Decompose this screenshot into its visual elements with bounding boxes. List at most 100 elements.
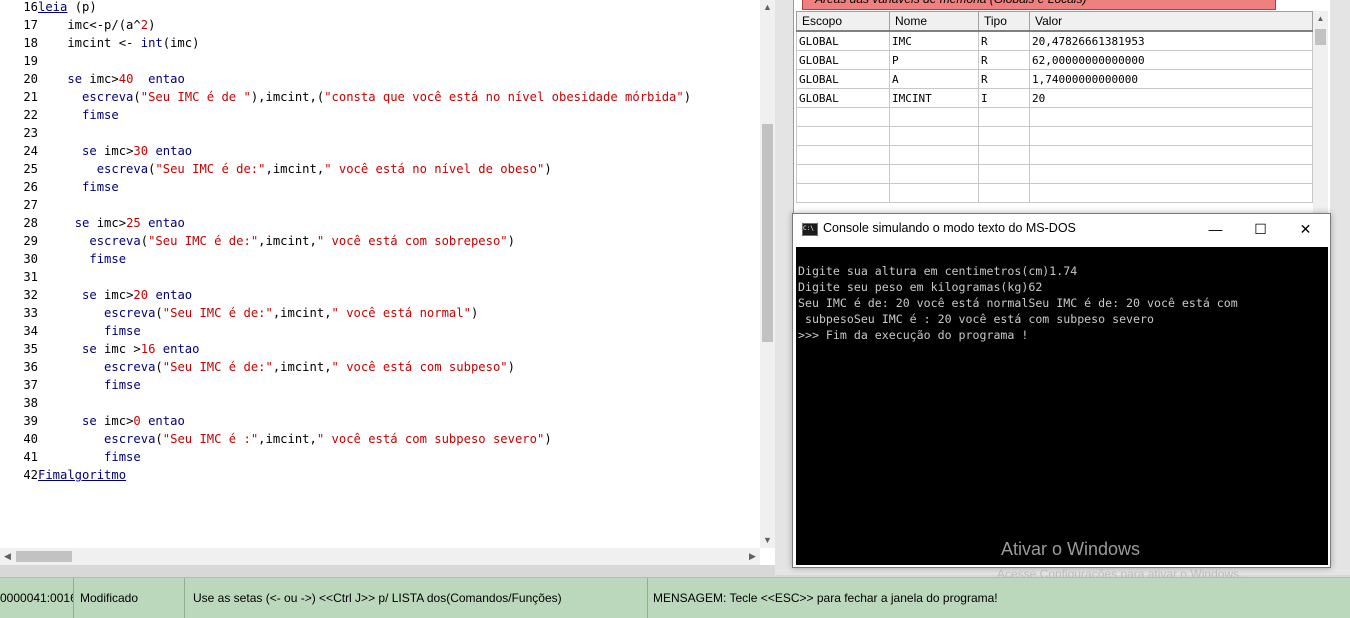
scroll-thumb-horizontal[interactable] [16, 551, 72, 562]
code-line[interactable]: 26 fimse [0, 178, 118, 196]
code-line[interactable]: 32 se imc>20 entao [0, 286, 192, 304]
variable-row[interactable] [796, 145, 1313, 165]
variable-row[interactable] [796, 107, 1313, 127]
console-line: Digite seu peso em kilogramas(kg)62 [798, 280, 1043, 294]
code-line[interactable]: 35 se imc >16 entao [0, 340, 199, 358]
code-text: se imc>40 entao [38, 70, 184, 88]
code-line[interactable]: 40 escreva("Seu IMC é :",imcint," você e… [0, 430, 551, 448]
console-line: Digite sua altura em centimetros(cm)1.74 [798, 264, 1078, 278]
variable-row[interactable]: GLOBAL IMC R 20,47826661381953 [796, 30, 1313, 51]
code-line[interactable]: 17 imc<-p/(a^2) [0, 16, 155, 34]
code-line[interactable]: 19 [0, 52, 38, 70]
variables-scrollbar[interactable]: ▲ [1313, 11, 1328, 215]
variable-row[interactable] [796, 126, 1313, 146]
code-line[interactable]: 29 escreva("Seu IMC é de:",imcint," você… [0, 232, 515, 250]
column-header-valor[interactable]: Valor [1029, 11, 1313, 32]
code-line[interactable]: 31 [0, 268, 38, 286]
code-line[interactable]: 37 fimse [0, 376, 141, 394]
line-number: 33 [23, 306, 38, 320]
code-token: ) [507, 234, 515, 248]
column-header-nome[interactable]: Nome [889, 11, 979, 32]
code-line[interactable]: 30 fimse [0, 250, 126, 268]
scroll-thumb[interactable] [1315, 29, 1326, 45]
variable-type-cell: R [978, 30, 1030, 51]
code-line[interactable]: 24 se imc>30 entao [0, 142, 192, 160]
code-line[interactable]: 36 escreva("Seu IMC é de:",imcint," você… [0, 358, 515, 376]
code-line[interactable]: 27 [0, 196, 38, 214]
variable-row[interactable] [796, 164, 1313, 184]
line-number: 18 [23, 36, 38, 50]
scroll-right-icon[interactable]: ▶ [745, 548, 760, 565]
column-header-escopo[interactable]: Escopo [796, 11, 890, 32]
code-token: fimse [104, 324, 141, 338]
code-line[interactable]: 42Fimalgoritmo [0, 466, 126, 484]
code-line[interactable]: 20 se imc>40 entao [0, 70, 184, 88]
variables-panel-title: Áreas das variáveis de memória (Globais … [802, 0, 1276, 10]
code-line[interactable]: 16leia (p) [0, 0, 96, 16]
code-line[interactable]: 25 escreva("Seu IMC é de:",imcint," você… [0, 160, 551, 178]
variable-name-cell [889, 183, 979, 203]
console-titlebar[interactable]: C:\ Console simulando o modo texto do MS… [793, 214, 1330, 245]
variables-table[interactable]: Escopo Nome Tipo Valor GLOBAL IMC R 20,4782… [796, 11, 1313, 203]
editor-vertical-scrollbar[interactable]: ▲ ▼ [760, 0, 775, 548]
code-token: se [74, 216, 90, 230]
code-line[interactable]: 33 escreva("Seu IMC é de:",imcint," você… [0, 304, 478, 322]
variable-type-cell: R [978, 69, 1030, 89]
variable-name-cell: A [889, 69, 979, 89]
console-window[interactable]: C:\ Console simulando o modo texto do MS… [792, 213, 1331, 568]
variable-row[interactable]: GLOBAL IMCINT I 20 [796, 88, 1313, 108]
code-token: ( [155, 432, 163, 446]
close-button[interactable]: ✕ [1283, 214, 1328, 245]
variable-type-cell [978, 107, 1030, 127]
code-text: se imc >16 entao [38, 340, 199, 358]
code-line[interactable]: 28 se imc>25 entao [0, 214, 185, 232]
code-line[interactable]: 34 fimse [0, 322, 141, 340]
code-editor[interactable]: 16leia (p) 17 imc<-p/(a^2) 18 imcint <- in… [0, 0, 775, 565]
scroll-thumb[interactable] [762, 124, 773, 342]
minimize-button[interactable]: — [1193, 214, 1238, 245]
editor-horizontal-scrollbar[interactable]: ◀ ▶ [0, 548, 760, 565]
code-area[interactable]: 16leia (p) 17 imc<-p/(a^2) 18 imcint <- in… [0, 0, 760, 548]
code-token: entao [162, 342, 200, 356]
line-number: 19 [23, 54, 38, 68]
maximize-button[interactable]: ☐ [1238, 214, 1283, 245]
code-line[interactable]: 18 imcint <- int(imc) [0, 34, 199, 52]
variable-scope-cell: GLOBAL [796, 30, 890, 51]
console-output[interactable]: Digite sua altura em centimetros(cm)1.74… [796, 247, 1328, 565]
code-token: ,imcint, [258, 432, 317, 446]
code-text: fimse [38, 376, 141, 394]
code-text: se imc>25 entao [38, 214, 185, 232]
scroll-up-icon[interactable]: ▲ [760, 0, 775, 15]
scroll-down-icon[interactable]: ▼ [760, 533, 775, 548]
code-token: ( [140, 234, 149, 248]
code-token: ,imcint, [272, 306, 332, 320]
hint-text: Use as setas (<- ou ->) <<Ctrl J>> p/ LI… [186, 578, 648, 618]
variable-name-cell [889, 126, 979, 146]
code-line[interactable]: 38 [0, 394, 38, 412]
code-line[interactable]: 22 fimse [0, 106, 118, 124]
variable-name-cell: IMC [889, 30, 979, 51]
scroll-up-icon[interactable]: ▲ [1313, 11, 1328, 26]
scroll-left-icon[interactable]: ◀ [0, 548, 15, 565]
code-text: fimse [38, 322, 141, 340]
code-line[interactable]: 21 escreva("Seu IMC é de "),imcint,("con… [0, 88, 691, 106]
code-text: fimse [38, 448, 141, 466]
code-line[interactable]: 39 se imc>0 entao [0, 412, 184, 430]
variable-value-cell: 1,74000000000000 [1029, 69, 1313, 89]
code-text: fimse [38, 250, 126, 268]
variable-row[interactable] [796, 183, 1313, 203]
variable-row[interactable]: GLOBAL P R 62,00000000000000 [796, 50, 1313, 70]
code-line[interactable]: 41 fimse [0, 448, 141, 466]
code-line[interactable]: 23 [0, 124, 38, 142]
code-token: imc > [96, 342, 141, 356]
variable-row[interactable]: GLOBAL A R 1,74000000000000 [796, 69, 1313, 89]
code-text: escreva("Seu IMC é de:",imcint," você es… [38, 358, 515, 376]
column-header-tipo[interactable]: Tipo [978, 11, 1030, 32]
code-token: Fimalgoritmo [38, 468, 127, 482]
line-number: 38 [23, 396, 38, 410]
